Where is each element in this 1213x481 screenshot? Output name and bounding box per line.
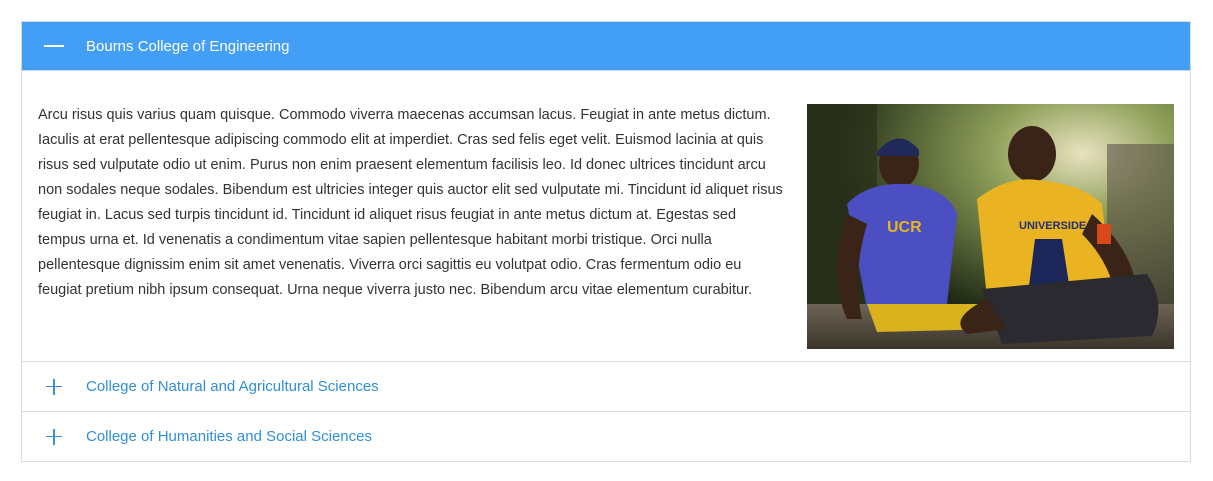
accordion-header-natural-sciences[interactable]: College of Natural and Agricultural Scie… [22,361,1190,411]
minus-icon [44,45,64,47]
shirt-text-left: UCR [887,219,922,236]
plus-icon [46,378,62,395]
students-illustration: UCR UNIVERSIDE [807,104,1174,349]
accordion-title: College of Natural and Agricultural Scie… [86,378,379,395]
accordion: Bourns College of Engineering Arcu risus… [21,21,1191,462]
shirt-text-right: UNIVERSIDE [1019,220,1086,232]
students-photo: UCR UNIVERSIDE [807,104,1174,349]
accordion-header-engineering[interactable]: Bourns College of Engineering [22,22,1190,71]
plus-icon [46,428,62,445]
accordion-header-humanities[interactable]: College of Humanities and Social Science… [22,411,1190,461]
accordion-title: College of Humanities and Social Science… [86,428,372,445]
collapse-toggle[interactable] [22,22,86,70]
expand-toggle[interactable] [22,362,86,411]
accordion-panel-engineering: Arcu risus quis varius quam quisque. Com… [22,71,1190,361]
panel-body-text: Arcu risus quis varius quam quisque. Com… [38,107,783,298]
expand-toggle[interactable] [22,412,86,461]
accordion-title: Bourns College of Engineering [86,37,290,55]
